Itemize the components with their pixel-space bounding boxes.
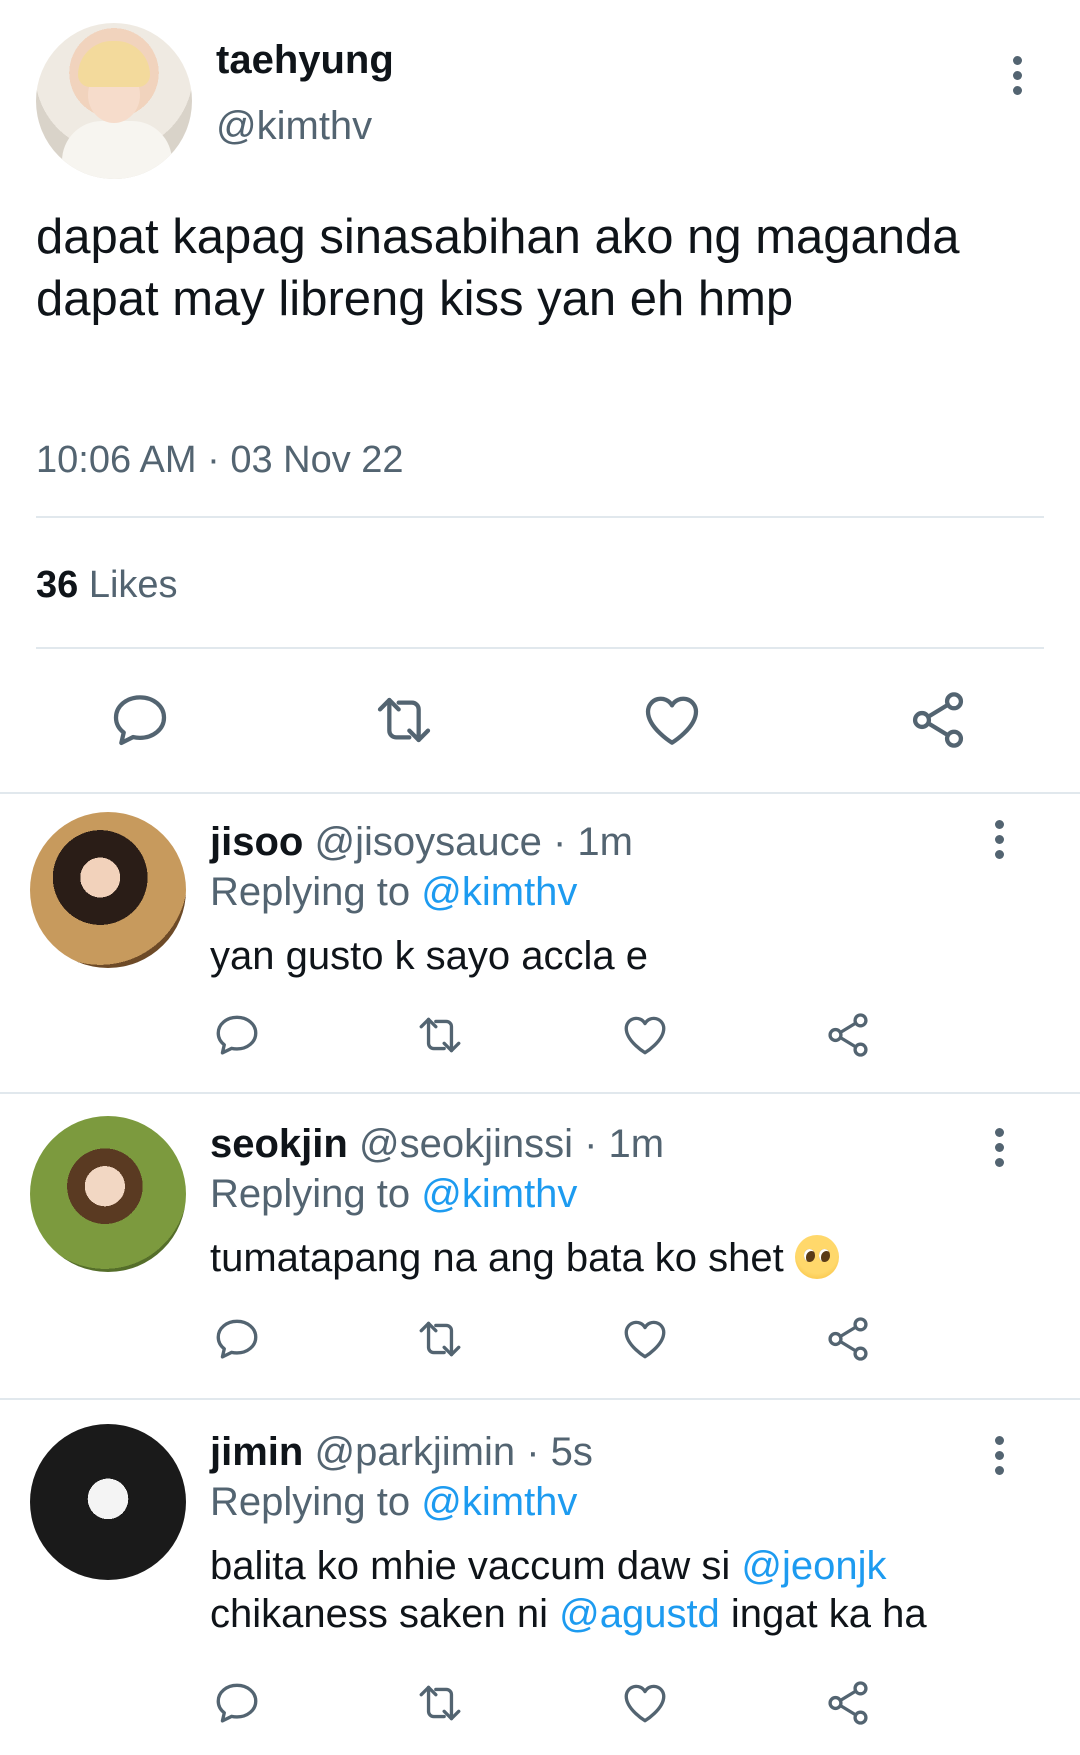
- share-icon[interactable]: [823, 1678, 873, 1728]
- divider: [36, 647, 1044, 649]
- likes-number: 36: [36, 564, 79, 606]
- more-options-icon[interactable]: [982, 1126, 1016, 1170]
- reply-icon[interactable]: [212, 1314, 262, 1364]
- retweet-icon[interactable]: [415, 1678, 465, 1728]
- replying-label: Replying to: [210, 1480, 411, 1524]
- reply-icon[interactable]: [212, 1010, 262, 1060]
- like-icon[interactable]: [640, 688, 704, 752]
- avatar[interactable]: [36, 23, 192, 179]
- mention-link[interactable]: @kimthv: [421, 870, 577, 914]
- avatar[interactable]: [30, 1424, 186, 1580]
- like-icon[interactable]: [620, 1678, 670, 1728]
- time: · 5s: [526, 1430, 593, 1474]
- reply-tweet: seokjin @seokjinssi · 1m Replying to @ki…: [0, 1094, 1080, 1398]
- mention-link[interactable]: @agustd: [559, 1592, 720, 1636]
- display-name[interactable]: taehyung: [216, 36, 394, 84]
- reply-text-part: chikaness saken ni: [210, 1592, 548, 1636]
- handle[interactable]: @kimthv: [216, 102, 372, 150]
- tweet-text: dapat kapag sinasabihan ako ng maganda d…: [36, 210, 960, 326]
- main-tweet: taehyung @kimthv dapat kapag sinasabihan…: [0, 0, 1080, 792]
- mention-link[interactable]: @kimthv: [421, 1172, 577, 1216]
- retweet-icon[interactable]: [372, 688, 436, 752]
- reply-text-content: tumatapang na ang bata ko shet: [210, 1236, 784, 1280]
- pleading-face-icon: [794, 1235, 839, 1279]
- avatar[interactable]: [30, 812, 186, 968]
- more-options-icon[interactable]: [1000, 54, 1034, 98]
- time: · 1m: [584, 1122, 665, 1166]
- display-name[interactable]: jimin: [210, 1430, 303, 1474]
- replying-to: Replying to @kimthv: [210, 868, 577, 916]
- reply-text-part: ingat ka ha: [730, 1592, 927, 1636]
- retweet-icon[interactable]: [415, 1314, 465, 1364]
- handle[interactable]: @jisoysauce: [314, 820, 541, 864]
- share-icon[interactable]: [823, 1010, 873, 1060]
- display-name[interactable]: jisoo: [210, 820, 303, 864]
- reply-tweet: jimin @parkjimin · 5s Replying to @kimth…: [0, 1400, 1080, 1755]
- replying-label: Replying to: [210, 1172, 411, 1216]
- more-options-icon[interactable]: [982, 1434, 1016, 1478]
- reply-icon[interactable]: [108, 688, 172, 752]
- handle[interactable]: @seokjinssi: [359, 1122, 573, 1166]
- handle[interactable]: @parkjimin: [314, 1430, 515, 1474]
- divider: [36, 516, 1044, 518]
- like-icon[interactable]: [620, 1010, 670, 1060]
- replying-to: Replying to @kimthv: [210, 1170, 577, 1218]
- avatar[interactable]: [30, 1116, 186, 1272]
- reply-icon[interactable]: [212, 1678, 262, 1728]
- like-icon[interactable]: [620, 1314, 670, 1364]
- reply-header: seokjin @seokjinssi · 1m: [210, 1120, 664, 1168]
- replying-label: Replying to: [210, 870, 411, 914]
- likes-count[interactable]: 36 Likes: [36, 562, 178, 608]
- reply-text-part: balita ko mhie vaccum daw si: [210, 1544, 731, 1588]
- reply-tweet: jisoo @jisoysauce · 1m Replying to @kimt…: [0, 794, 1080, 1092]
- display-name[interactable]: seokjin: [210, 1122, 348, 1166]
- share-icon[interactable]: [823, 1314, 873, 1364]
- replying-to: Replying to @kimthv: [210, 1478, 577, 1526]
- reply-header: jimin @parkjimin · 5s: [210, 1428, 593, 1476]
- reply-header: jisoo @jisoysauce · 1m: [210, 818, 633, 866]
- mention-link[interactable]: @jeonjk: [741, 1544, 886, 1588]
- tweet-timestamp[interactable]: 10:06 AM · 03 Nov 22: [36, 436, 404, 484]
- reply-text: yan gusto k sayo accla e: [210, 934, 649, 978]
- share-icon[interactable]: [906, 688, 970, 752]
- likes-label: Likes: [88, 564, 178, 606]
- time: · 1m: [552, 820, 633, 864]
- retweet-icon[interactable]: [415, 1010, 465, 1060]
- reply-text: balita ko mhie vaccum daw si @jeonjk chi…: [210, 1542, 1030, 1638]
- reply-text: tumatapang na ang bata ko shet: [210, 1234, 1030, 1282]
- more-options-icon[interactable]: [982, 818, 1016, 862]
- mention-link[interactable]: @kimthv: [421, 1480, 577, 1524]
